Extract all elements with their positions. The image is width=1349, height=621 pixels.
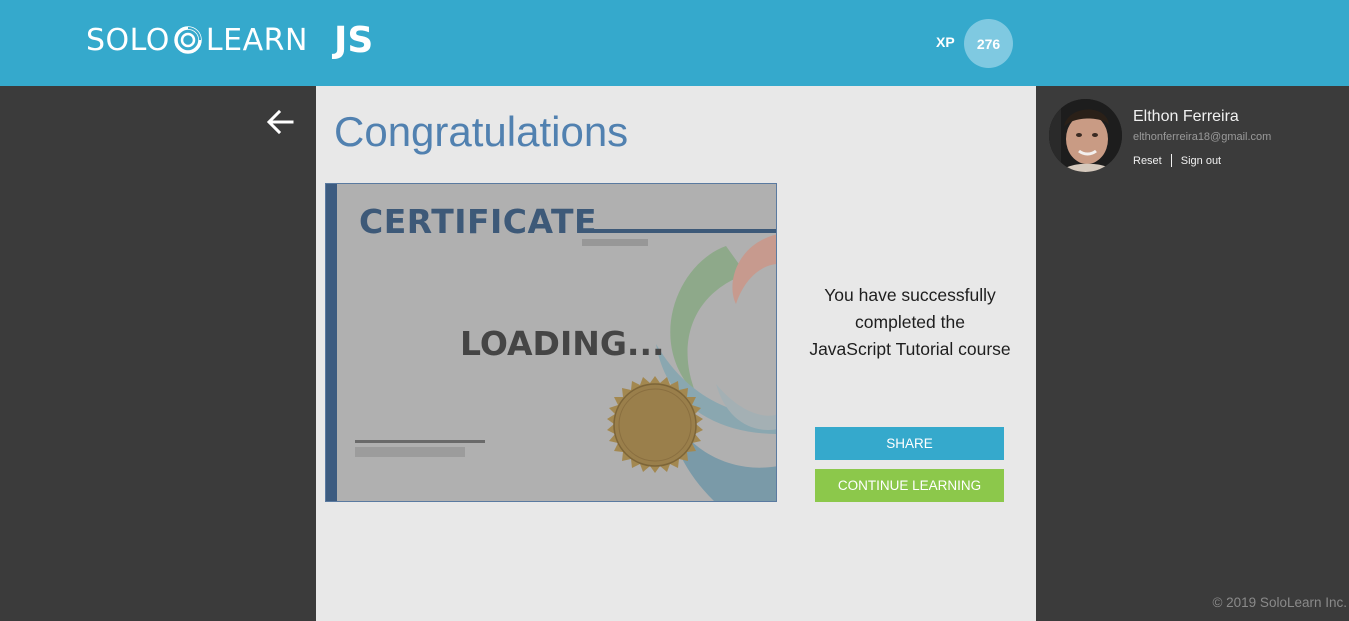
sololearn-swirl-icon <box>174 26 202 54</box>
main-panel: Congratulations CERTIFICATE LOADING... Y… <box>316 86 1036 621</box>
copyright: © 2019 SoloLearn Inc. <box>1212 595 1347 610</box>
certificate-title: CERTIFICATE <box>359 202 598 241</box>
sign-out-link[interactable]: Sign out <box>1181 155 1221 167</box>
divider <box>1170 154 1172 167</box>
course-title: JS <box>334 20 374 61</box>
signature-placeholder-bar <box>355 447 465 457</box>
sololearn-logo[interactable]: SOLO LEARN <box>86 22 308 58</box>
user-actions: Reset Sign out <box>1133 154 1221 167</box>
completion-message: You have successfully completed the Java… <box>796 282 1024 363</box>
logo-text-left: SOLO <box>86 22 170 58</box>
signature-line <box>355 440 485 443</box>
top-bar: SOLO LEARN JS XP 276 <box>0 0 1349 86</box>
certificate-stripe <box>326 184 337 501</box>
reset-link[interactable]: Reset <box>1133 155 1162 167</box>
user-email: elthonferreira18@gmail.com <box>1133 131 1272 143</box>
certificate-title-line <box>582 229 776 233</box>
share-button[interactable]: SHARE <box>815 427 1004 460</box>
avatar[interactable] <box>1049 99 1122 172</box>
user-avatar-icon <box>1049 99 1122 172</box>
xp-label: XP <box>936 34 955 50</box>
page-title: Congratulations <box>334 108 629 155</box>
arrow-left-icon[interactable] <box>264 108 296 136</box>
message-line-3: JavaScript Tutorial course <box>809 339 1011 359</box>
certificate-seal-icon <box>607 376 703 473</box>
message-line-1: You have successfully <box>824 285 996 305</box>
user-name: Elthon Ferreira <box>1133 108 1239 125</box>
certificate-loading-text: LOADING... <box>460 324 665 363</box>
logo-text-right: LEARN <box>205 22 308 58</box>
continue-learning-button[interactable]: CONTINUE LEARNING <box>815 469 1004 502</box>
message-line-2: completed the <box>855 312 965 332</box>
certificate-placeholder-bar <box>582 239 648 246</box>
xp-badge[interactable]: 276 <box>964 19 1013 68</box>
certificate-preview: CERTIFICATE LOADING... <box>325 183 777 502</box>
